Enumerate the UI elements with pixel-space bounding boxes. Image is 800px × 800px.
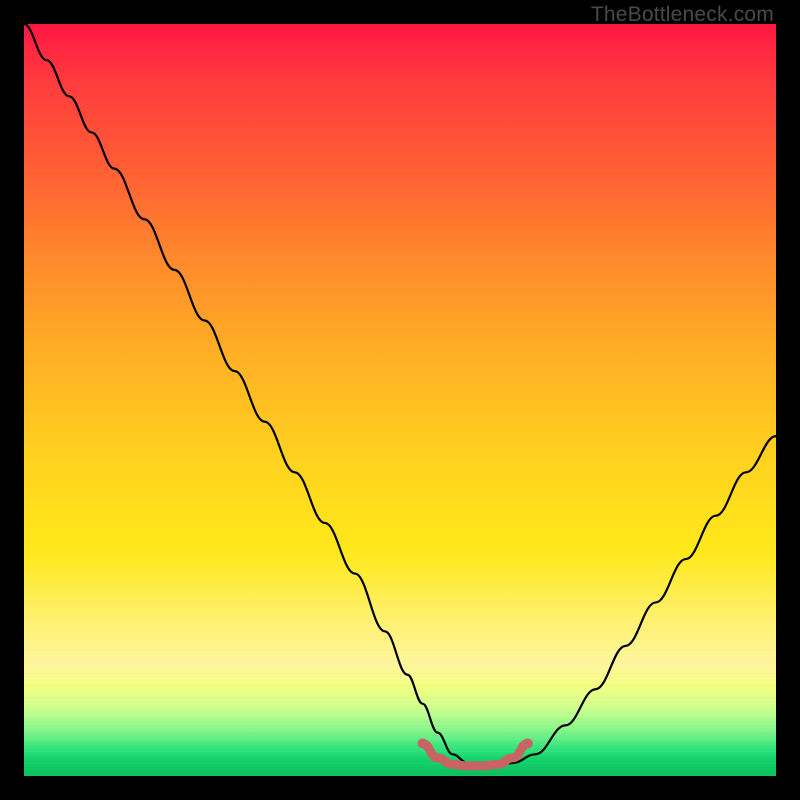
optimal-marker — [24, 24, 776, 776]
chart-frame: TheBottleneck.com — [0, 0, 800, 800]
plot-area — [24, 24, 776, 776]
watermark-label: TheBottleneck.com — [591, 3, 774, 27]
